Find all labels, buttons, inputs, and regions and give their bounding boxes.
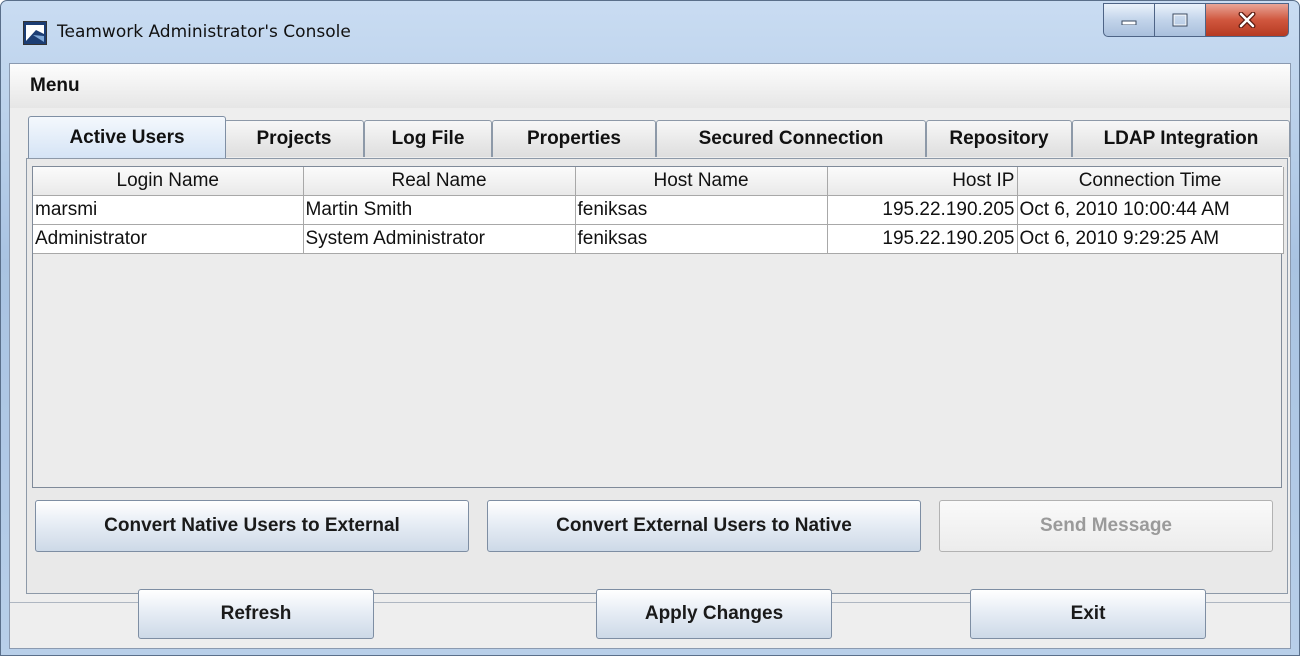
close-button[interactable] [1205,3,1289,37]
minimize-icon [1121,20,1137,25]
tab-ldap-integration[interactable]: LDAP Integration [1072,120,1290,157]
app-icon [23,21,47,45]
tab-projects[interactable]: Projects [224,120,364,157]
users-table: Login Name Real Name Host Name Host IP C… [33,167,1284,254]
cell-connection-time: Oct 6, 2010 10:00:44 AM [1017,195,1284,225]
tab-secured-connection[interactable]: Secured Connection [656,120,926,157]
menu-bar: Menu [10,64,1290,108]
exit-button[interactable]: Exit [970,589,1206,639]
tab-log-file[interactable]: Log File [364,120,492,157]
menu-menu[interactable]: Menu [30,75,80,97]
table-row[interactable]: Administrator System Administrator fenik… [33,224,1284,254]
column-header-login-name[interactable]: Login Name [33,167,304,196]
tab-strip: Active Users Projects Log File Propertie… [28,116,1290,158]
apply-changes-button[interactable]: Apply Changes [596,589,832,639]
close-icon [1238,12,1256,28]
console-window: Teamwork Administrator's Console Menu Ac… [0,0,1300,656]
maximize-icon [1172,13,1188,27]
cell-host-name: feniksas [575,195,828,225]
convert-native-to-external-button[interactable]: Convert Native Users to External [35,500,469,552]
column-header-real-name[interactable]: Real Name [303,167,576,196]
refresh-button[interactable]: Refresh [138,589,374,639]
column-header-host-ip[interactable]: Host IP [827,167,1018,196]
convert-external-to-native-button[interactable]: Convert External Users to Native [487,500,921,552]
tab-properties[interactable]: Properties [492,120,656,157]
maximize-button[interactable] [1154,3,1206,37]
cell-host-ip: 195.22.190.205 [827,195,1018,225]
table-header-row: Login Name Real Name Host Name Host IP C… [33,167,1284,196]
cell-login-name: Administrator [33,224,304,254]
users-table-container: Login Name Real Name Host Name Host IP C… [32,166,1284,488]
column-header-connection-time[interactable]: Connection Time [1017,167,1284,196]
tab-repository[interactable]: Repository [926,120,1072,157]
table-row[interactable]: marsmi Martin Smith feniksas 195.22.190.… [33,195,1284,225]
active-users-panel: Login Name Real Name Host Name Host IP C… [26,158,1288,594]
client-area: Menu Active Users Projects Log File Prop… [9,63,1291,649]
cell-real-name: Martin Smith [303,195,576,225]
cell-connection-time: Oct 6, 2010 9:29:25 AM [1017,224,1284,254]
cell-host-ip: 195.22.190.205 [827,224,1018,254]
send-message-button[interactable]: Send Message [939,500,1273,552]
title-bar[interactable]: Teamwork Administrator's Console [1,1,1299,63]
cell-login-name: marsmi [33,195,304,225]
tab-active-users[interactable]: Active Users [28,116,226,158]
cell-real-name: System Administrator [303,224,576,254]
column-header-host-name[interactable]: Host Name [575,167,828,196]
cell-host-name: feniksas [575,224,828,254]
minimize-button[interactable] [1103,3,1155,37]
window-title: Teamwork Administrator's Console [57,22,351,42]
